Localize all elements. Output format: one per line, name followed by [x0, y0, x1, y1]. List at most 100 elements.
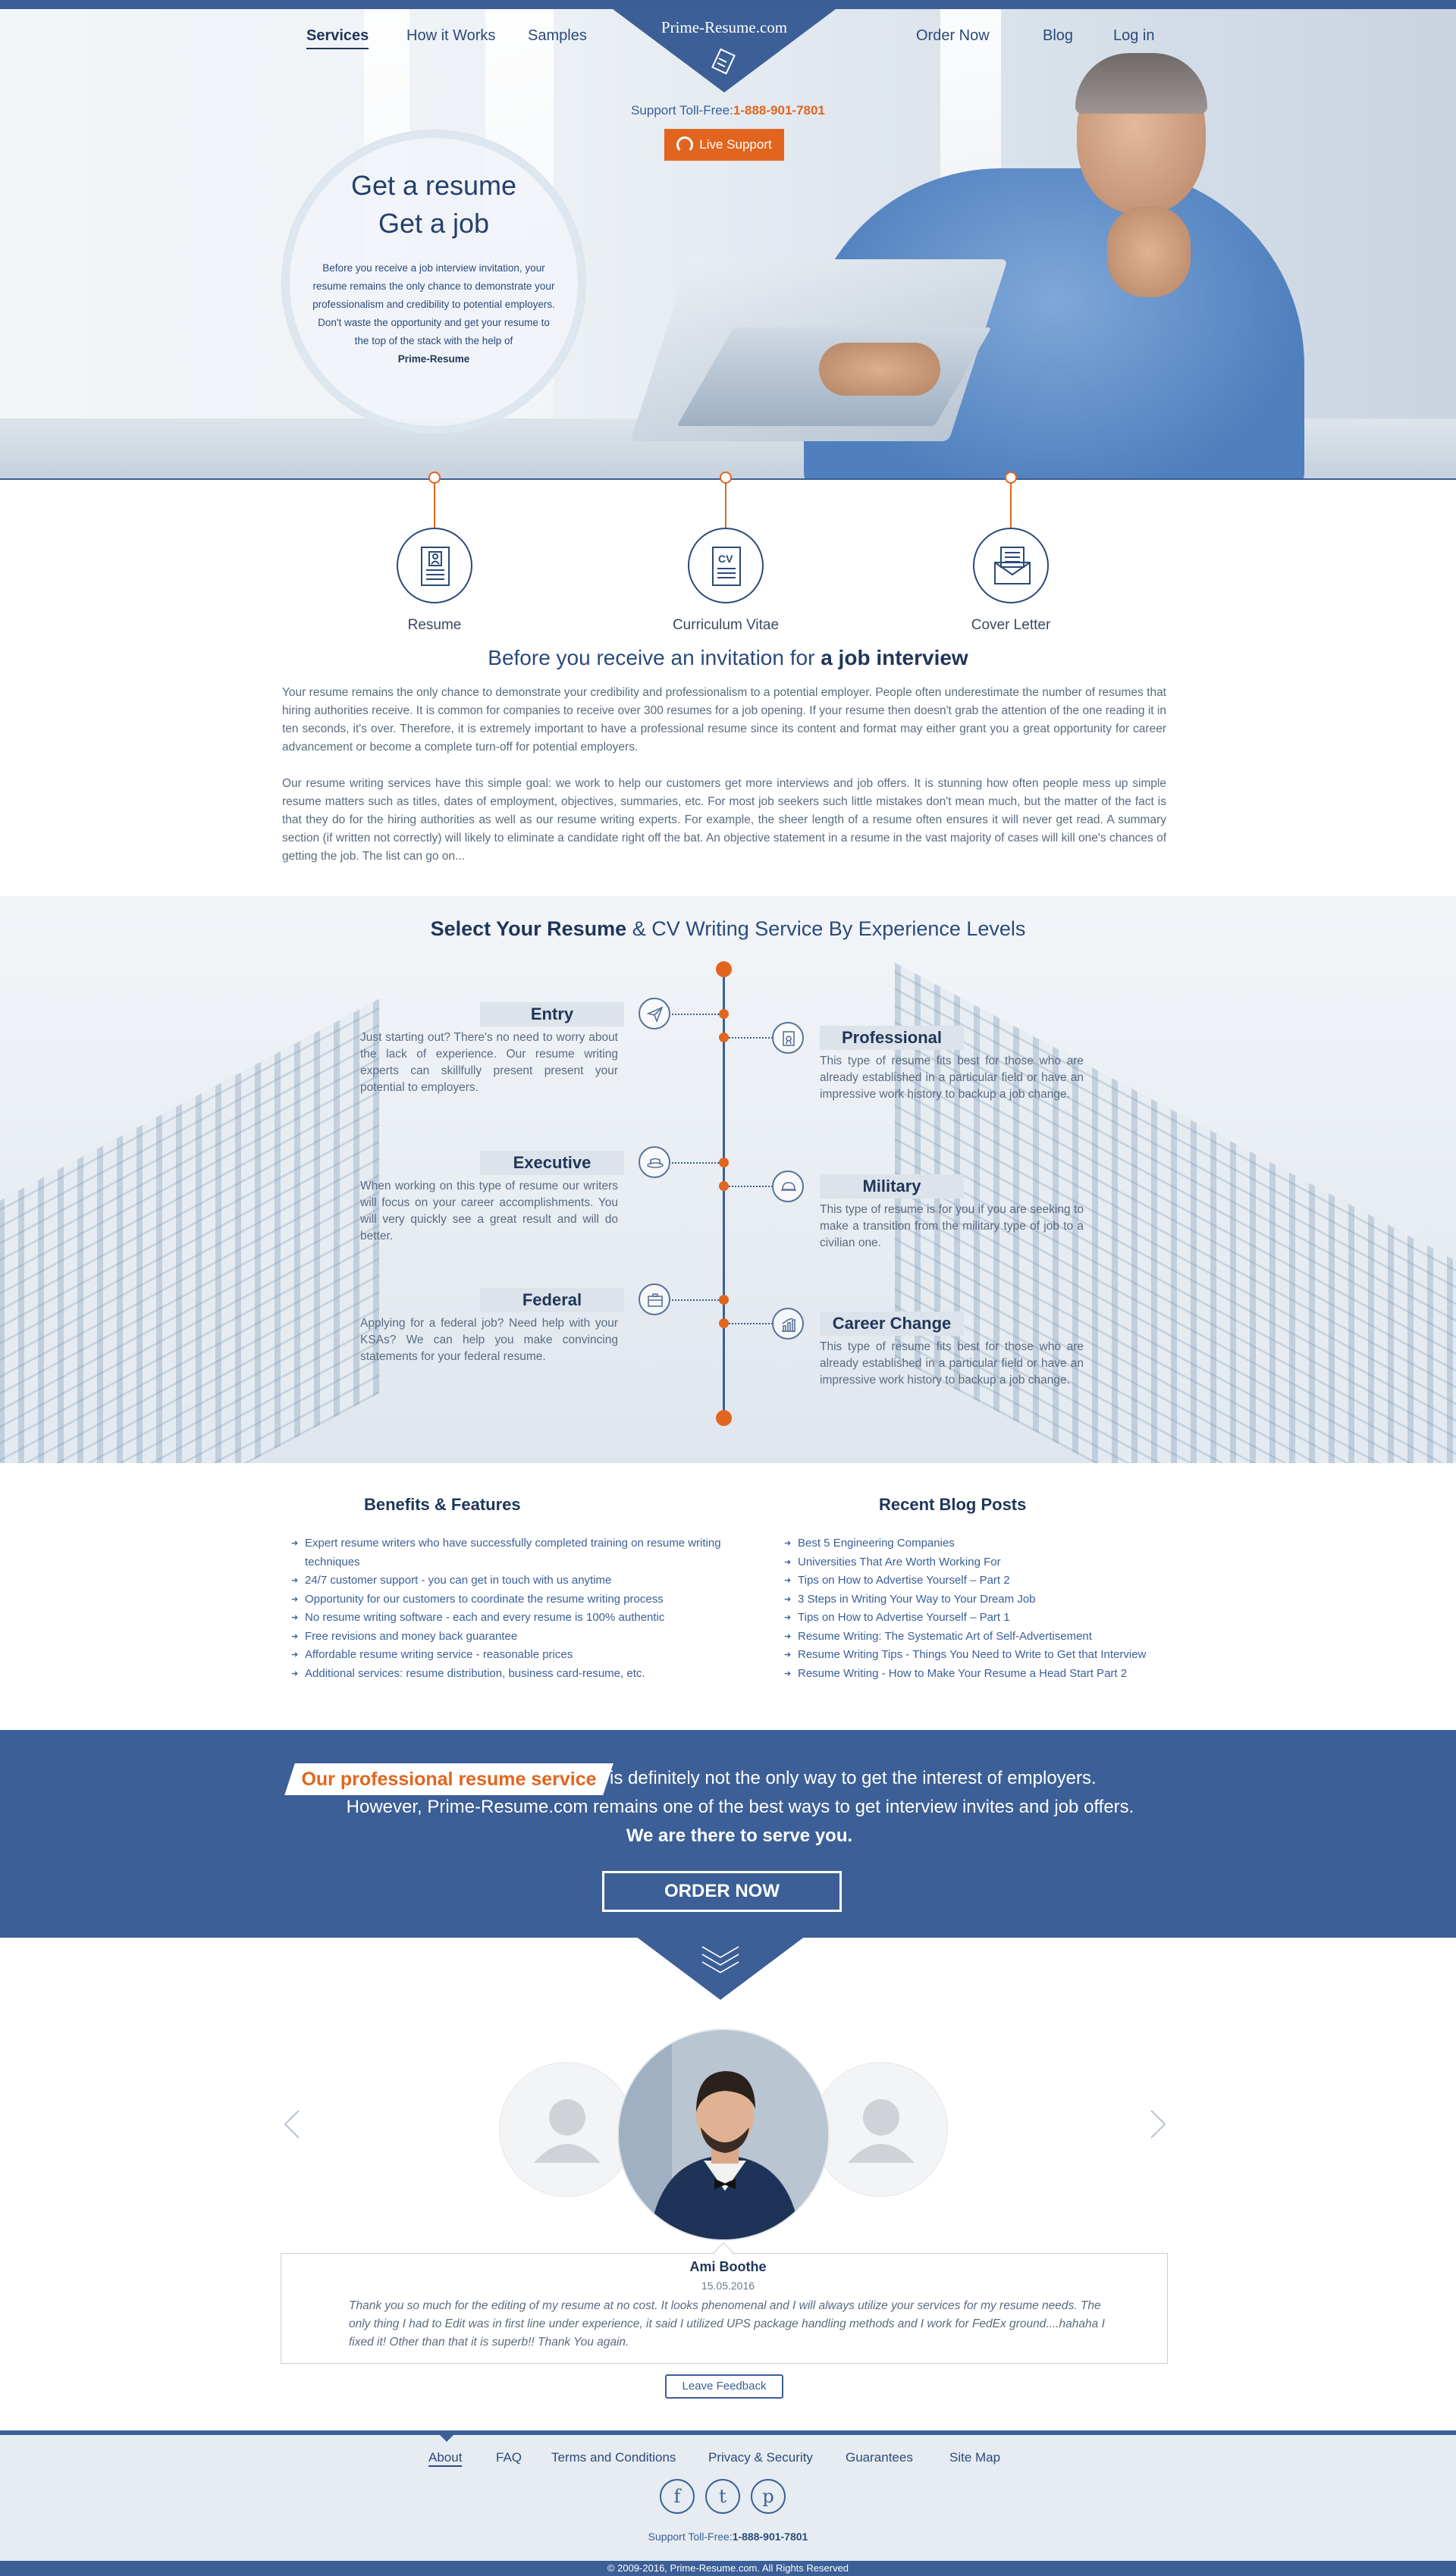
- blog-post-link[interactable]: Best 5 Engineering Companies: [784, 1534, 1209, 1553]
- blog-post-link[interactable]: Resume Writing: The Systematic Art of Se…: [784, 1628, 1209, 1647]
- level-federal-text: Applying for a federal job? Need help wi…: [360, 1317, 618, 1363]
- facebook-icon[interactable]: f: [660, 2479, 695, 2514]
- support-phone[interactable]: 1-888-901-7801: [733, 103, 825, 118]
- certificate-icon: [772, 1022, 804, 1054]
- level-career-change-tag[interactable]: Career Change: [820, 1312, 964, 1336]
- timeline-start-dot: [716, 961, 732, 977]
- hero-brand: Prime-Resume: [397, 353, 470, 365]
- service-resume-label[interactable]: Resume: [359, 599, 510, 652]
- hat-icon: [639, 1146, 670, 1178]
- footer-link-sitemap[interactable]: Site Map: [949, 2450, 1000, 2465]
- cta-line-2: However, Prime-Resume.com remains one of…: [346, 1797, 1134, 1817]
- avatar-placeholder-right[interactable]: [813, 2062, 948, 2197]
- hero-man-arm: [819, 343, 940, 396]
- chevron-right-icon[interactable]: [1150, 2109, 1168, 2139]
- hero-man-hair: [1075, 53, 1207, 114]
- connector-dot: [1005, 472, 1017, 484]
- cta-line-1: is definitely not the only way to get th…: [610, 1768, 1097, 1788]
- level-federal-tag[interactable]: Federal: [480, 1288, 624, 1312]
- pinterest-icon[interactable]: p: [751, 2479, 786, 2514]
- blog-post-link[interactable]: 3 Steps in Writing Your Way to Your Drea…: [784, 1590, 1209, 1609]
- growth-chart-icon: [772, 1308, 804, 1340]
- benefit-item: Additional services: resume distribution…: [291, 1665, 739, 1684]
- footer-active-caret: [440, 2435, 453, 2442]
- footer-link-terms[interactable]: Terms and Conditions: [551, 2450, 676, 2465]
- cta-tag: Our professional resume service: [301, 1769, 597, 1790]
- support-phone-top: Support Toll-Free:1-888-901-7801: [576, 103, 880, 118]
- user-icon: [534, 2099, 601, 2163]
- leave-feedback-button[interactable]: Leave Feedback: [665, 2374, 783, 2399]
- paper-plane-icon: [639, 998, 670, 1029]
- blog-post-link[interactable]: Tips on How to Advertise Yourself – Part…: [784, 1609, 1209, 1628]
- service-cv-label[interactable]: Curriculum Vitae: [650, 599, 802, 652]
- experience-title: Select Your Resume & CV Writing Service …: [0, 917, 1456, 941]
- timeline-dot: [719, 1318, 729, 1328]
- footer-link-about[interactable]: About: [428, 2450, 463, 2467]
- live-support-button[interactable]: Live Support: [664, 129, 784, 161]
- building-left-floors: [0, 998, 379, 1463]
- footer-support: Support Toll-Free:1-888-901-7801: [0, 2531, 1456, 2543]
- connector-line: [1010, 484, 1012, 528]
- logo-text[interactable]: Prime-Resume.com: [613, 18, 836, 37]
- footer-support-label: Support Toll-Free:: [648, 2531, 733, 2543]
- nav-blog[interactable]: Blog: [1043, 27, 1073, 45]
- timeline-connector: [729, 1323, 773, 1324]
- footer-link-privacy[interactable]: Privacy & Security: [708, 2450, 813, 2465]
- order-now-button[interactable]: ORDER NOW: [602, 1871, 842, 1912]
- testimonial-text: Thank you so much for the editing of my …: [349, 2299, 1105, 2349]
- testimonial-avatar: [617, 2029, 830, 2241]
- blog-post-link[interactable]: Universities That Are Worth Working For: [784, 1553, 1209, 1572]
- hero-headline-1: Get a resume: [350, 170, 517, 201]
- footer-support-phone[interactable]: 1-888-901-7801: [733, 2531, 808, 2543]
- nav-how-it-works[interactable]: How it Works: [406, 27, 495, 45]
- nav-order-now[interactable]: Order Now: [916, 27, 990, 45]
- chevron-left-icon[interactable]: [282, 2109, 300, 2139]
- intro-title-bold: a job interview: [821, 646, 968, 669]
- live-support-label: Live Support: [699, 137, 772, 152]
- blog-post-link[interactable]: Resume Writing - How to Make Your Resume…: [784, 1665, 1209, 1684]
- timeline-dot: [719, 1158, 729, 1167]
- experience-title-bold: Select Your Resume: [430, 917, 627, 940]
- level-military-tag[interactable]: Military: [820, 1174, 964, 1199]
- benefit-item: No resume writing software - each and ev…: [291, 1609, 739, 1628]
- level-entry-text: Just starting out? There's no need to wo…: [360, 1031, 618, 1094]
- svg-text:CV: CV: [718, 553, 733, 565]
- timeline-connector: [672, 1162, 719, 1164]
- intro-paragraph-2: Our resume writing services have this si…: [282, 777, 1166, 863]
- cv-icon[interactable]: CV: [688, 528, 764, 603]
- footer-link-faq[interactable]: FAQ: [496, 2450, 522, 2465]
- timeline-connector: [672, 1014, 719, 1015]
- timeline-end-dot: [716, 1410, 732, 1426]
- resume-icon[interactable]: [397, 528, 472, 603]
- footer-link-guarantees[interactable]: Guarantees: [846, 2450, 913, 2465]
- level-entry-tag[interactable]: Entry: [480, 1002, 624, 1026]
- benefits-title: Benefits & Features: [364, 1495, 521, 1514]
- nav-log-in[interactable]: Log in: [1113, 27, 1155, 45]
- level-executive-tag[interactable]: Executive: [480, 1151, 624, 1175]
- experience-levels-section: Select Your Resume & CV Writing Service …: [0, 896, 1456, 1463]
- hero-man-hand: [1107, 206, 1191, 297]
- military-cap-icon: [772, 1170, 804, 1202]
- connector-dot: [720, 472, 732, 484]
- level-professional-tag[interactable]: Professional: [820, 1026, 964, 1050]
- blog-title: Recent Blog Posts: [879, 1495, 1027, 1514]
- benefit-item: 24/7 customer support - you can get in t…: [291, 1572, 739, 1590]
- nav-samples[interactable]: Samples: [528, 27, 587, 45]
- blog-post-link[interactable]: Tips on How to Advertise Yourself – Part…: [784, 1572, 1209, 1590]
- blog-post-link[interactable]: Resume Writing Tips - Things You Need to…: [784, 1646, 1209, 1665]
- envelope-icon[interactable]: [973, 528, 1049, 603]
- testimonial-date: 15.05.2016: [701, 2280, 755, 2292]
- hero-headline-2: Get a job: [378, 208, 490, 239]
- twitter-icon[interactable]: t: [705, 2479, 740, 2514]
- scroll-down-badge[interactable]: [635, 1936, 805, 2000]
- copyright: © 2009-2016, Prime-Resume.com. All Right…: [0, 2561, 1456, 2576]
- timeline-dot: [719, 1009, 729, 1019]
- benefit-item: Affordable resume writing service - reas…: [291, 1646, 739, 1665]
- nav-services[interactable]: Services: [306, 27, 369, 49]
- avatar-placeholder-left[interactable]: [499, 2062, 634, 2197]
- intro-title: Before you receive an invitation for a j…: [0, 646, 1456, 670]
- timeline-dot: [719, 1181, 729, 1191]
- cta-line-3: We are there to serve you.: [626, 1825, 853, 1846]
- service-cover-letter-label[interactable]: Cover Letter: [935, 599, 1087, 652]
- intro-paragraph-1: Your resume remains the only chance to d…: [282, 686, 1166, 754]
